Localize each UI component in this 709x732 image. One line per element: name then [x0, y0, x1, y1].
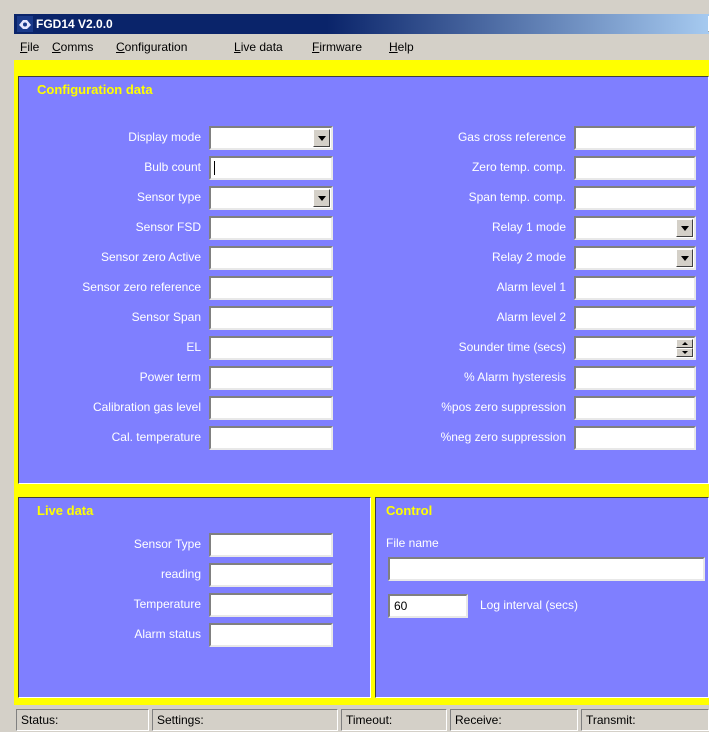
temperature-label: Temperature [133, 597, 201, 611]
status-pane-settings: Settings: [152, 709, 338, 731]
power-term-label: Power term [139, 370, 201, 384]
spinner-buttons [676, 339, 693, 357]
alarm-level-1-input[interactable] [574, 276, 696, 300]
status-pane-timeout: Timeout: [341, 709, 447, 731]
sensor-type-input[interactable] [209, 533, 333, 557]
sensor-fsd-label: Sensor FSD [135, 220, 201, 234]
status-pane-receive: Receive: [450, 709, 578, 731]
power-term-input[interactable] [209, 366, 333, 390]
pos-zero-suppression-label: %pos zero suppression [441, 400, 566, 414]
alarm-level-2-input[interactable] [574, 306, 696, 330]
menu-help[interactable]: Help [389, 40, 414, 54]
gas-cross-reference-input[interactable] [574, 126, 696, 150]
configuration-panel-title: Configuration data [37, 82, 153, 97]
spin-down-icon[interactable] [676, 348, 693, 357]
window-title: FGD14 V2.0.0 [36, 17, 113, 31]
chevron-down-icon[interactable] [676, 249, 693, 267]
menu-comms[interactable]: Comms [52, 40, 93, 54]
relay-1-mode-label: Relay 1 mode [491, 220, 566, 234]
file-name-label: File name [386, 536, 439, 550]
sensor-zero-reference-label: Sensor zero reference [82, 280, 201, 294]
relay-2-mode-dropdown[interactable] [574, 246, 696, 270]
menu-configuration[interactable]: Configuration [116, 40, 187, 54]
pos-zero-suppression-input[interactable] [574, 396, 696, 420]
chevron-down-icon[interactable] [676, 219, 693, 237]
live-data-panel-title: Live data [37, 503, 94, 518]
alarm-level-1-label: Alarm level 1 [496, 280, 566, 294]
menu-file[interactable]: File [20, 40, 39, 54]
neg-zero-suppression-label: %neg zero suppression [440, 430, 566, 444]
temperature-input[interactable] [209, 593, 333, 617]
bulb-count-label: Bulb count [144, 160, 201, 174]
sounder-time-secs-label: Sounder time (secs) [458, 340, 566, 354]
alarm-status-input[interactable] [209, 623, 333, 647]
sensor-type-label: Sensor Type [133, 537, 201, 551]
display-mode-label: Display mode [128, 130, 201, 144]
file-name-input[interactable] [388, 557, 705, 581]
sensor-zero-reference-input[interactable] [209, 276, 333, 300]
spin-up-icon[interactable] [676, 339, 693, 348]
zero-temp-comp-input[interactable] [574, 156, 696, 180]
span-temp-comp-label: Span temp. comp. [468, 190, 566, 204]
chevron-down-icon[interactable] [313, 129, 330, 147]
reading-label: reading [160, 567, 201, 581]
display-mode-dropdown[interactable] [209, 126, 333, 150]
sensor-span-label: Sensor Span [131, 310, 201, 324]
control-panel: Control File name 60 Log interval (secs) [375, 497, 709, 698]
sensor-zero-active-input[interactable] [209, 246, 333, 270]
title-bar: FGD14 V2.0.0 x [14, 14, 709, 34]
el-label: EL [186, 340, 201, 354]
app-icon [17, 16, 33, 32]
menu-firmware[interactable]: Firmware [312, 40, 362, 54]
calibration-gas-level-label: Calibration gas level [92, 400, 201, 414]
relay-2-mode-label: Relay 2 mode [491, 250, 566, 264]
menu-live-data[interactable]: Live data [234, 40, 283, 54]
alarm-hysteresis-label: % Alarm hysteresis [463, 370, 566, 384]
status-bar: Status: Settings: Timeout: Receive: Tran… [14, 705, 709, 732]
alarm-status-label: Alarm status [134, 627, 201, 641]
el-input[interactable] [209, 336, 333, 360]
sensor-type-label: Sensor type [136, 190, 201, 204]
log-interval-input[interactable]: 60 [388, 594, 468, 618]
neg-zero-suppression-input[interactable] [574, 426, 696, 450]
calibration-gas-level-input[interactable] [209, 396, 333, 420]
bulb-count-input[interactable] [209, 156, 333, 180]
sensor-span-input[interactable] [209, 306, 333, 330]
cal-temperature-input[interactable] [209, 426, 333, 450]
sensor-type-dropdown[interactable] [209, 186, 333, 210]
alarm-level-2-label: Alarm level 2 [496, 310, 566, 324]
status-pane-transmit: Transmit: [581, 709, 709, 731]
chevron-down-icon[interactable] [313, 189, 330, 207]
span-temp-comp-input[interactable] [574, 186, 696, 210]
gas-cross-reference-label: Gas cross reference [457, 130, 566, 144]
zero-temp-comp-label: Zero temp. comp. [471, 160, 566, 174]
sensor-zero-active-label: Sensor zero Active [100, 250, 201, 264]
text-cursor [214, 161, 215, 175]
relay-1-mode-dropdown[interactable] [574, 216, 696, 240]
log-interval-label: Log interval (secs) [480, 598, 579, 612]
sensor-fsd-input[interactable] [209, 216, 333, 240]
reading-input[interactable] [209, 563, 333, 587]
cal-temperature-label: Cal. temperature [111, 430, 201, 444]
status-pane-status: Status: [16, 709, 149, 731]
control-panel-title: Control [386, 503, 433, 518]
menu-bar: File Comms Configuration Live data Firmw… [14, 36, 709, 60]
alarm-hysteresis-input[interactable] [574, 366, 696, 390]
sounder-time-secs-spinner[interactable] [574, 336, 696, 360]
